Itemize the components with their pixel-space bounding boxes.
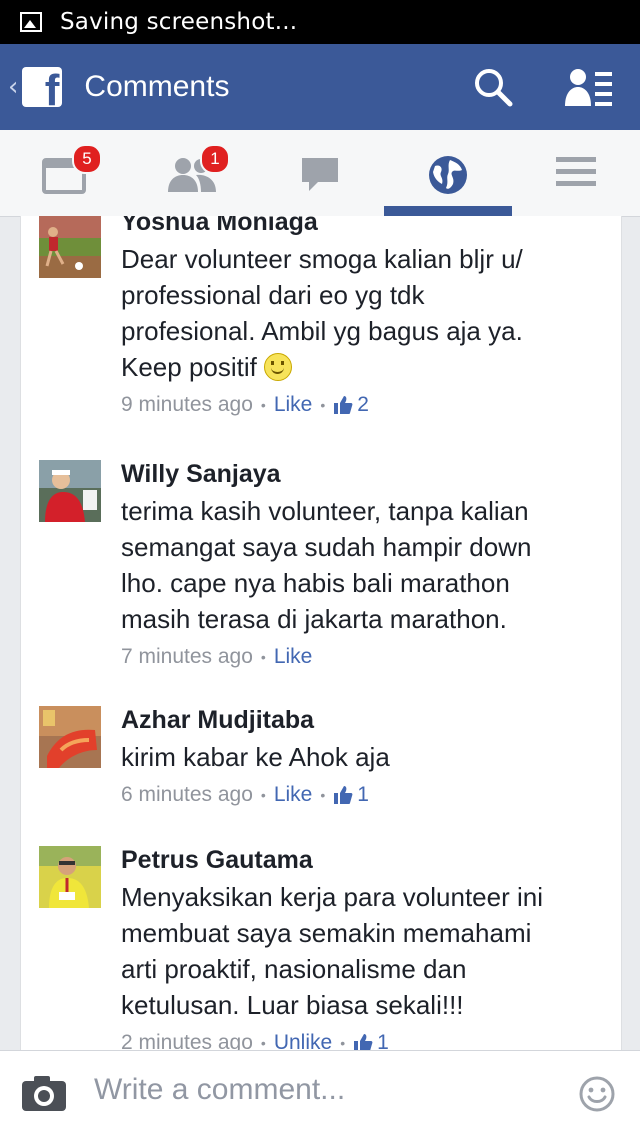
comment-input[interactable]: Write a comment... xyxy=(94,1073,345,1107)
app-header: ‹ f Comments xyxy=(0,44,640,130)
message-bubble-icon xyxy=(302,158,338,191)
like-link[interactable]: Like xyxy=(274,783,313,807)
comment-line: semangat saya sudah hampir down xyxy=(121,532,532,562)
avatar[interactable] xyxy=(39,706,101,768)
thumbs-up-icon xyxy=(334,786,353,804)
tab-messages[interactable] xyxy=(256,130,384,216)
timestamp: 7 minutes ago xyxy=(121,645,253,668)
commenter-name[interactable]: Azhar Mudjitaba xyxy=(121,706,601,735)
tab-bar: 5 1 xyxy=(0,130,640,217)
emoji-icon[interactable] xyxy=(578,1075,616,1113)
notification-badge: 5 xyxy=(72,144,102,174)
comment-line: membuat saya semakin memahami xyxy=(121,918,532,948)
hamburger-menu-icon xyxy=(556,157,596,186)
screenshot-icon xyxy=(20,12,42,32)
thumbs-up-icon xyxy=(354,1034,373,1050)
comment-line: profesional. Ambil yg bagus aja ya. xyxy=(121,316,523,346)
comment-list[interactable]: Yoshua Moniaga Dear volunteer smoga kali… xyxy=(20,216,622,1050)
globe-icon xyxy=(429,156,467,194)
like-count[interactable]: 2 xyxy=(333,393,369,417)
comment-line: terima kasih volunteer, tanpa kalian xyxy=(121,496,529,526)
status-bar: Saving screenshot... xyxy=(0,0,640,44)
active-tab-indicator xyxy=(384,206,512,216)
comment-text: terima kasih volunteer, tanpa kalian sem… xyxy=(121,493,601,637)
back-chevron-icon[interactable]: ‹ xyxy=(8,72,18,102)
comment-meta: 7 minutes ago • Like xyxy=(121,645,313,669)
comment-line: masih terasa di jakarta marathon. xyxy=(121,604,507,634)
comment-line: Menyaksikan kerja para volunteer ini xyxy=(121,882,543,912)
like-link[interactable]: Like xyxy=(274,393,313,417)
status-text: Saving screenshot... xyxy=(60,9,298,35)
like-count[interactable]: 1 xyxy=(333,783,369,807)
comment-meta: 2 minutes ago • Unlike • 1 xyxy=(121,1031,601,1050)
page-title: Comments xyxy=(84,70,230,103)
comment-text: kirim kabar ke Ahok aja xyxy=(121,739,601,775)
comment-line: kirim kabar ke Ahok aja xyxy=(121,742,390,772)
tab-news-feed[interactable]: 5 xyxy=(0,130,128,216)
unlike-link[interactable]: Unlike xyxy=(274,1031,332,1050)
notification-badge: 1 xyxy=(200,144,230,174)
thumbs-up-icon xyxy=(334,396,353,414)
commenter-name[interactable]: Yoshua Moniaga xyxy=(121,216,601,237)
search-icon[interactable] xyxy=(472,66,514,108)
comment-line: Dear volunteer smoga kalian bljr u/ xyxy=(121,244,523,274)
timestamp: 2 minutes ago xyxy=(121,1031,253,1050)
comment-meta: 9 minutes ago • Like • 2 xyxy=(121,393,369,417)
smiley-emoji-icon xyxy=(264,353,293,381)
tab-friend-requests[interactable]: 1 xyxy=(128,130,256,216)
timestamp: 9 minutes ago xyxy=(121,393,253,416)
comment-line: Keep positif xyxy=(121,349,601,385)
comment-meta: 6 minutes ago • Like • 1 xyxy=(121,783,369,807)
commenter-name[interactable]: Petrus Gautama xyxy=(121,846,601,875)
like-count[interactable]: 1 xyxy=(353,1031,389,1050)
tab-menu[interactable] xyxy=(512,130,640,216)
timestamp: 6 minutes ago xyxy=(121,783,253,806)
commenter-name[interactable]: Willy Sanjaya xyxy=(121,460,601,489)
comment-line: arti proaktif, nasionalisme dan xyxy=(121,954,467,984)
comment-text: Menyaksikan kerja para volunteer ini mem… xyxy=(121,879,601,1023)
comment-line: ketulusan. Luar biasa sekali!!! xyxy=(121,990,464,1020)
comment-composer: Write a comment... xyxy=(0,1050,640,1138)
like-link[interactable]: Like xyxy=(274,645,313,669)
comment-text: Dear volunteer smoga kalian bljr u/ prof… xyxy=(121,241,601,385)
comment-line: lho. cape nya habis bali marathon xyxy=(121,568,510,598)
camera-icon[interactable] xyxy=(20,1073,68,1113)
friends-list-icon[interactable] xyxy=(564,66,614,108)
avatar[interactable] xyxy=(39,216,101,278)
comment-line: professional dari eo yg tdk xyxy=(121,280,425,310)
tab-notifications[interactable] xyxy=(384,130,512,216)
avatar[interactable] xyxy=(39,460,101,522)
facebook-logo-icon[interactable]: f xyxy=(22,67,63,107)
avatar[interactable] xyxy=(39,846,101,908)
